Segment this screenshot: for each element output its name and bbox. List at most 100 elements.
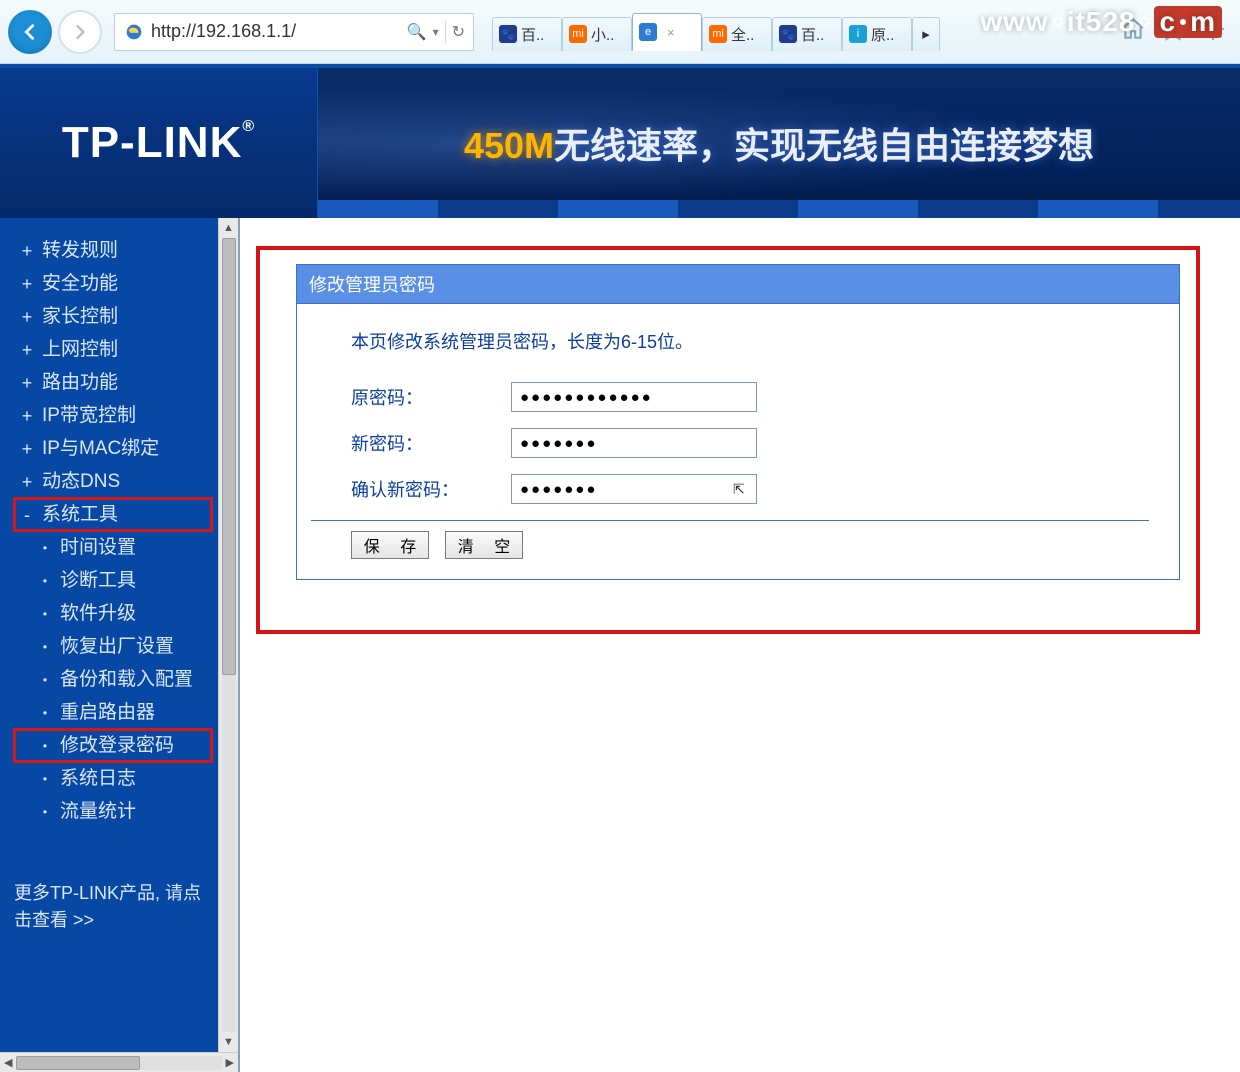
sidebar-item-label: 转发规则 [42, 241, 118, 260]
sidebar-subitem[interactable]: • 修改登录密码 [14, 729, 212, 762]
address-bar[interactable]: 🔍 ▾ ↻ [114, 13, 474, 51]
sidebar-vertical-scrollbar[interactable]: ▲ ▼ [218, 218, 238, 1052]
sidebar-item-label: IP带宽控制 [42, 406, 136, 425]
tab-overflow-button[interactable]: ▸ [912, 17, 940, 51]
old-password-label: 原密码： [351, 384, 511, 410]
sidebar-item-label: 路由功能 [42, 373, 118, 392]
clear-button[interactable]: 清 空 [445, 531, 523, 559]
sidebar-subitem[interactable]: • 时间设置 [14, 531, 212, 564]
dot-icon: • [38, 707, 52, 719]
tab-favicon-icon: e [639, 23, 657, 41]
old-password-input[interactable] [511, 382, 757, 412]
highlight-box: 修改管理员密码 本页修改系统管理员密码，长度为6-15位。 原密码： 新密码： … [256, 246, 1200, 634]
url-input[interactable] [151, 21, 401, 42]
sidebar-item[interactable]: +转发规则 [14, 234, 212, 267]
sidebar-item-label: 系统日志 [60, 769, 136, 788]
sidebar-item-label: 修改登录密码 [60, 736, 174, 755]
sidebar-item-label: 家长控制 [42, 307, 118, 326]
plus-icon: + [20, 275, 34, 293]
sidebar-subitem[interactable]: • 流量统计 [14, 795, 212, 828]
sidebar-item[interactable]: + 动态DNS [14, 465, 212, 498]
confirm-password-input[interactable] [511, 474, 757, 504]
sidebar-item-label: 重启路由器 [60, 703, 155, 722]
search-icon[interactable]: 🔍 [407, 22, 427, 42]
sidebar-subitem[interactable]: • 备份和载入配置 [14, 663, 212, 696]
nav-forward-button[interactable] [58, 10, 102, 54]
plus-icon: + [20, 374, 34, 392]
watermark-overlay: wwwit528 cm [980, 6, 1222, 38]
sidebar-item-label: 恢复出厂设置 [60, 637, 174, 656]
sidebar-item[interactable]: + 安全功能 [14, 267, 212, 300]
panel-hint: 本页修改系统管理员密码，长度为6-15位。 [351, 328, 1149, 354]
confirm-password-label: 确认新密码： [351, 476, 511, 502]
dot-icon: • [38, 773, 52, 785]
plus-icon: + [20, 341, 34, 359]
sidebar-item[interactable]: + IP带宽控制 [14, 399, 212, 432]
sidebar-item[interactable]: -系统工具 [14, 498, 212, 531]
tab-favicon-icon: mi [709, 25, 727, 43]
hscroll-thumb[interactable] [16, 1056, 139, 1070]
browser-tab[interactable]: i原.. [842, 17, 912, 51]
plus-icon: + [20, 440, 34, 458]
panel-title: 修改管理员密码 [296, 264, 1180, 304]
browser-tab[interactable]: 🐾百.. [492, 17, 562, 51]
sidebar-item-label: 上网控制 [42, 340, 118, 359]
page-banner: TP-LINK® 450M无线速率，实现无线自由连接梦想 [0, 68, 1240, 218]
sidebar-item[interactable]: + 上网控制 [14, 333, 212, 366]
scroll-thumb[interactable] [222, 238, 236, 675]
sidebar-item-label: 诊断工具 [60, 571, 136, 590]
tab-favicon-icon: i [849, 25, 867, 43]
sidebar-subitem[interactable]: •软件升级 [14, 597, 212, 630]
slogan: 450M无线速率，实现无线自由连接梦想 [464, 117, 1094, 169]
browser-tab[interactable]: 🐾百.. [772, 17, 842, 51]
tab-label: 百.. [801, 24, 824, 45]
plus-icon: + [20, 407, 34, 425]
plus-icon: + [20, 473, 34, 491]
tab-favicon-icon: 🐾 [499, 25, 517, 43]
close-icon[interactable]: × [667, 25, 675, 40]
browser-tab[interactable]: mi全.. [702, 17, 772, 51]
tab-favicon-icon: mi [569, 25, 587, 43]
browser-tab[interactable]: mi小.. [562, 17, 632, 51]
tab-label: 全.. [731, 24, 754, 45]
dot-icon: • [38, 740, 52, 752]
new-password-label: 新密码： [351, 430, 511, 456]
sidebar-item-label: 流量统计 [60, 802, 136, 821]
scroll-right-icon[interactable]: ▶ [226, 1056, 234, 1069]
sidebar-item-label: 备份和载入配置 [60, 670, 193, 689]
new-password-input[interactable] [511, 428, 757, 458]
tab-favicon-icon: 🐾 [779, 25, 797, 43]
sidebar-item-label: 安全功能 [42, 274, 118, 293]
dot-icon: • [38, 674, 52, 686]
tab-label: 百.. [521, 24, 544, 45]
dot-icon: • [38, 806, 52, 818]
scroll-down-icon[interactable]: ▼ [223, 1036, 234, 1048]
sidebar-item-label: IP与MAC绑定 [42, 439, 159, 458]
refresh-icon[interactable]: ↻ [452, 22, 465, 42]
plus-icon: + [20, 308, 34, 326]
scroll-left-icon[interactable]: ◀ [4, 1056, 12, 1069]
dot-icon: • [38, 641, 52, 653]
sidebar-item-label: 系统工具 [42, 505, 118, 524]
sidebar-item[interactable]: + 家长控制 [14, 300, 212, 333]
sidebar-item-label: 动态DNS [42, 472, 120, 491]
dot-icon: • [38, 542, 52, 554]
sidebar-horizontal-scrollbar[interactable]: ◀ ▶ [0, 1052, 238, 1072]
sidebar-item-label: 时间设置 [60, 538, 136, 557]
save-button[interactable]: 保 存 [351, 531, 429, 559]
sidebar-subitem[interactable]: • 恢复出厂设置 [14, 630, 212, 663]
sidebar-item[interactable]: + IP与MAC绑定 [14, 432, 212, 465]
sidebar-subitem[interactable]: • 重启路由器 [14, 696, 212, 729]
sidebar-item[interactable]: + 路由功能 [14, 366, 212, 399]
tab-strip: 🐾百..mi小..e×mi全..🐾百..i原..▸ [492, 13, 940, 51]
more-products-link[interactable]: 更多TP-LINK产品, 请点击查看 >> [14, 880, 212, 934]
scroll-up-icon[interactable]: ▲ [223, 222, 234, 234]
tab-label: 小.. [591, 24, 614, 45]
sidebar-subitem[interactable]: •诊断工具 [14, 564, 212, 597]
tab-label: 原.. [871, 24, 894, 45]
router-page: TP-LINK® 450M无线速率，实现无线自由连接梦想 +转发规则+安全功能+… [0, 64, 1240, 1072]
sidebar-subitem[interactable]: • 系统日志 [14, 762, 212, 795]
browser-tab[interactable]: e× [632, 13, 702, 51]
sidebar-nav: +转发规则+安全功能+家长控制+上网控制+路由功能+IP带宽控制+IP与MAC绑… [0, 218, 218, 1052]
nav-back-button[interactable] [8, 10, 52, 54]
